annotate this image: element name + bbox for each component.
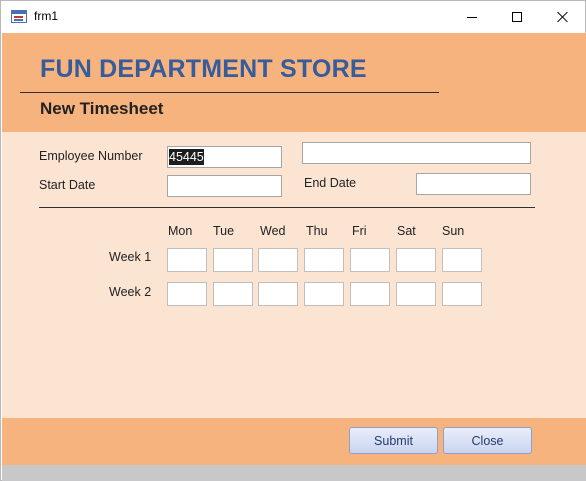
close-button[interactable]: Close	[443, 427, 532, 454]
employee-number-label: Employee Number	[39, 149, 143, 163]
day-header-thu: Thu	[306, 224, 328, 238]
week-2-label: Week 2	[109, 285, 152, 299]
week-1-tue-hours[interactable]	[213, 248, 253, 272]
maximize-icon	[512, 12, 522, 22]
minimize-button[interactable]	[449, 1, 495, 33]
week-1-label: Week 1	[109, 250, 152, 264]
week-2-tue-hours[interactable]	[213, 282, 253, 306]
start-date-field[interactable]	[167, 175, 282, 197]
submit-button[interactable]: Submit	[349, 427, 438, 454]
header-divider	[20, 92, 439, 93]
week-1-sat-hours[interactable]	[396, 248, 436, 272]
close-icon	[557, 11, 569, 23]
end-date-label: End Date	[304, 176, 357, 190]
week-2-thu-hours[interactable]	[304, 282, 344, 306]
form-detail: Employee Number 45445 Start Date End Dat…	[2, 132, 586, 418]
day-header-fri: Fri	[352, 224, 367, 238]
close-window-button[interactable]	[540, 1, 586, 33]
form-window: frm1 FUN DEPARTMENT STORE New Timesheet …	[0, 0, 586, 481]
week-1-thu-hours[interactable]	[304, 248, 344, 272]
section-divider	[39, 207, 535, 208]
title-bar[interactable]: frm1	[1, 1, 585, 33]
day-header-sat: Sat	[397, 224, 416, 238]
minimize-icon	[467, 16, 477, 18]
maximize-button[interactable]	[494, 1, 540, 33]
week-1-wed-hours[interactable]	[258, 248, 298, 272]
end-date-field[interactable]	[416, 173, 531, 195]
week-2-wed-hours[interactable]	[258, 282, 298, 306]
week-2-fri-hours[interactable]	[350, 282, 390, 306]
week-2-mon-hours[interactable]	[167, 282, 207, 306]
week-1-mon-hours[interactable]	[167, 248, 207, 272]
employee-name-field[interactable]	[302, 142, 531, 164]
form-icon	[11, 10, 27, 23]
day-header-sun: Sun	[442, 224, 465, 238]
form-header: FUN DEPARTMENT STORE New Timesheet	[2, 33, 586, 132]
window-bottom-area	[2, 465, 586, 481]
week-2-sun-hours[interactable]	[442, 282, 482, 306]
week-2-sat-hours[interactable]	[396, 282, 436, 306]
day-header-wed: Wed	[260, 224, 286, 238]
day-header-tue: Tue	[213, 224, 235, 238]
employee-number-field[interactable]: 45445	[167, 146, 282, 168]
day-header-mon: Mon	[168, 224, 193, 238]
form-footer: Submit Close	[2, 418, 586, 465]
week-1-sun-hours[interactable]	[442, 248, 482, 272]
window-title: frm1	[34, 9, 58, 23]
store-title: FUN DEPARTMENT STORE	[40, 55, 367, 83]
week-1-fri-hours[interactable]	[350, 248, 390, 272]
start-date-label: Start Date	[39, 178, 96, 192]
form-subtitle: New Timesheet	[40, 99, 164, 118]
